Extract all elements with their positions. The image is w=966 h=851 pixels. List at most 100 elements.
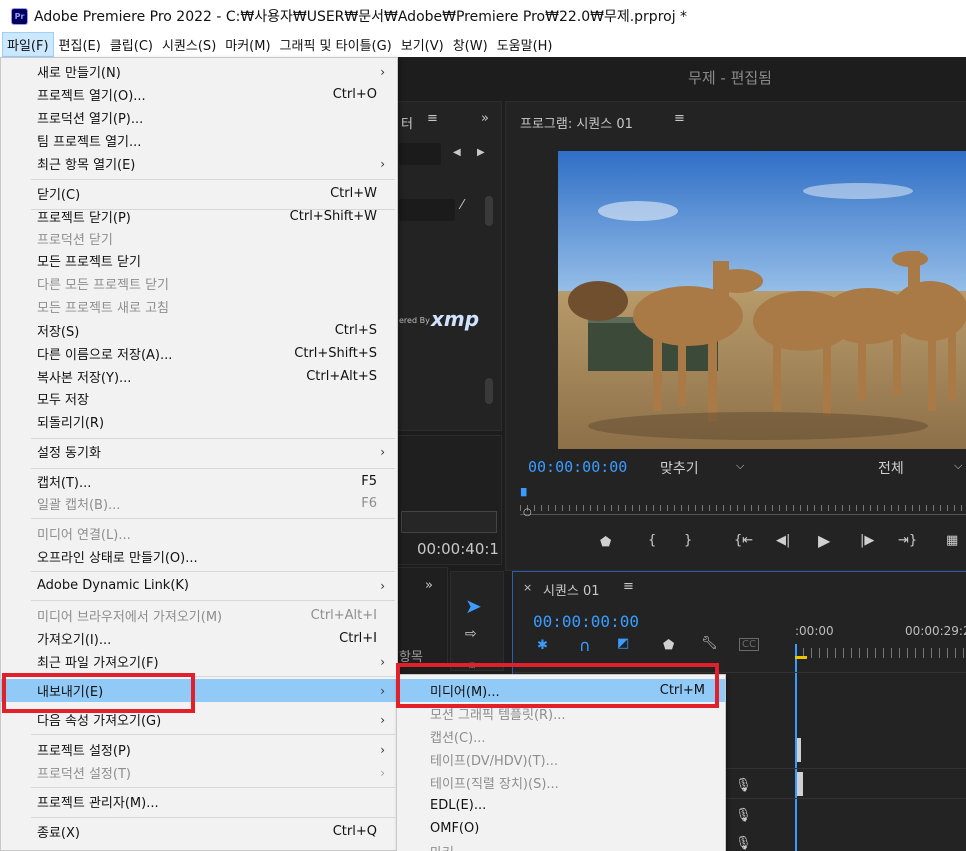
resolution-chevron-down-icon[interactable]: ⌵	[954, 459, 962, 473]
menu-item-label: Adobe Dynamic Link(K)	[37, 578, 190, 593]
menu-graphics[interactable]: 그래픽 및 타이틀(G)	[276, 33, 396, 56]
menu-item-shortcut: Ctrl+I	[339, 631, 377, 646]
file-menu-item-20: 미디어 연결(L)...	[1, 522, 397, 545]
menu-clip[interactable]: 클립(C)	[106, 33, 157, 56]
menu-item-shortcut: Ctrl+Shift+S	[294, 346, 377, 361]
file-menu-item-7[interactable]: 프로젝트 닫기(P) Ctrl+Shift+W	[1, 205, 397, 228]
file-menu-item-4[interactable]: 팀 프로젝트 열기...	[1, 129, 397, 152]
program-ruler[interactable]	[520, 495, 966, 515]
file-menu-item-13[interactable]: 다른 이름으로 저장(A)... Ctrl+Shift+S	[1, 342, 397, 365]
export-menu-item-6[interactable]: EDL(E)...	[397, 794, 725, 817]
selection-tool-icon[interactable]: ➤	[465, 594, 482, 618]
eyedropper-icon[interactable]: ⁄	[461, 198, 463, 213]
file-menu-item-14[interactable]: 복사본 저장(Y)... Ctrl+Alt+S	[1, 365, 397, 388]
linked-selection-icon[interactable]: ∩	[579, 636, 591, 655]
voiceover-mic-icon[interactable]: 🎙︎	[735, 808, 752, 823]
voiceover-mic-icon[interactable]: 🎙︎	[735, 778, 752, 793]
go-to-in-icon[interactable]: {⇤	[734, 533, 753, 548]
track-select-tool-icon[interactable]: ⇨	[465, 626, 477, 642]
timeline-menu-icon[interactable]: ≡	[623, 579, 634, 594]
scrollbar[interactable]	[485, 196, 493, 226]
mark-out-icon[interactable]: }	[684, 533, 692, 548]
file-menu-item-21[interactable]: 오프라인 상태로 만들기(O)...	[1, 545, 397, 568]
clip-thumb[interactable]	[797, 738, 801, 762]
menu-view[interactable]: 보기(V)	[397, 33, 448, 56]
program-timecode[interactable]: 00:00:00:00	[528, 458, 627, 476]
file-menu-item-24[interactable]: 가져오기(I)... Ctrl+I	[1, 627, 397, 650]
panel-overflow-icon-2[interactable]: »	[425, 578, 433, 593]
file-menu-item-9[interactable]: 모든 프로젝트 닫기	[1, 249, 397, 272]
scrollbar-2[interactable]	[485, 378, 493, 404]
scrub-bar[interactable]	[401, 511, 497, 533]
file-menu-item-25[interactable]: 최근 파일 가져오기(F) ›	[1, 650, 397, 673]
voiceover-mic-icon[interactable]: 🎙︎	[735, 836, 752, 851]
program-monitor-title[interactable]: 프로그램: 시퀀스 01	[520, 113, 633, 132]
file-menu-item-22[interactable]: Adobe Dynamic Link(K) ›	[1, 574, 397, 597]
step-back-icon[interactable]: ◀|	[776, 533, 790, 548]
menu-item-label: 미디어 연결(L)...	[37, 528, 131, 543]
file-menu-item-16[interactable]: 되돌리기(R)	[1, 410, 397, 433]
menu-file[interactable]: 파일(F)	[2, 32, 54, 57]
menu-item-label: 닫기(C)	[37, 188, 81, 203]
menu-window[interactable]: 창(W)	[449, 33, 492, 56]
menu-marker[interactable]: 마커(M)	[221, 33, 274, 56]
fit-dropdown[interactable]: 맞추기	[660, 458, 699, 478]
file-menu-item-6[interactable]: 닫기(C) Ctrl+W	[1, 182, 397, 205]
submenu-arrow-icon: ›	[380, 683, 385, 698]
close-sequence-icon[interactable]: ×	[523, 581, 532, 594]
file-menu-item-15[interactable]: 모두 저장	[1, 387, 397, 410]
menu-item-label: 오프라인 상태로 만들기(O)...	[37, 551, 198, 566]
export-menu-item-7[interactable]: OMF(O)	[397, 817, 725, 840]
program-menu-icon[interactable]: ≡	[674, 111, 685, 126]
export-menu-item-3: 캡션(C)...	[397, 725, 725, 748]
next-icon[interactable]: ▶	[477, 147, 485, 158]
file-menu-item-18[interactable]: 캡처(T)... F5	[1, 470, 397, 493]
resolution-dropdown[interactable]: 전체	[878, 458, 904, 478]
mark-in-icon[interactable]: {	[648, 533, 656, 548]
clip-thumb[interactable]	[797, 772, 803, 796]
file-menu-item-11: 모든 프로젝트 새로 고침	[1, 295, 397, 318]
panel-overflow-icon[interactable]: »	[481, 111, 489, 126]
prev-icon[interactable]: ◀	[453, 147, 461, 158]
ruler-start-label: :00:00	[795, 624, 834, 638]
menu-item-label: 마커	[430, 842, 454, 851]
file-menu-item-5[interactable]: 최근 항목 열기(E) ›	[1, 152, 397, 175]
file-menu-item-31[interactable]: 종료(X) Ctrl+Q	[1, 820, 397, 843]
menu-separator	[31, 817, 395, 818]
menu-edit[interactable]: 편집(E)	[55, 33, 105, 56]
fit-chevron-down-icon[interactable]: ⌵	[736, 459, 744, 473]
add-edit-icon[interactable]: ◩	[617, 636, 629, 651]
playhead-circle-icon[interactable]: ○	[523, 507, 532, 518]
export-frame-icon[interactable]: ▦	[946, 533, 958, 548]
timeline-title[interactable]: 시퀀스 01	[543, 580, 600, 599]
wrench-icon[interactable]: 🔧︎	[701, 636, 718, 651]
timeline-ruler[interactable]	[795, 648, 966, 658]
menu-sequence[interactable]: 시퀀스(S)	[158, 33, 220, 56]
captions-icon[interactable]: CC	[739, 638, 759, 651]
file-menu-item-1[interactable]: 새로 만들기(N) ›	[1, 60, 397, 83]
menu-item-shortcut: Ctrl+Alt+I	[310, 608, 377, 623]
go-to-out-icon[interactable]: ⇥}	[898, 533, 917, 548]
file-menu-item-30[interactable]: 프로젝트 관리자(M)...	[1, 790, 397, 813]
file-menu-item-29: 프로덕션 설정(T) ›	[1, 761, 397, 784]
file-menu-item-17[interactable]: 설정 동기화 ›	[1, 440, 397, 463]
timeline-marker-icon[interactable]: ⬟	[663, 638, 674, 653]
tools-area: » 항목	[396, 567, 448, 667]
play-icon[interactable]: ▶	[818, 531, 830, 550]
step-forward-icon[interactable]: |▶	[860, 533, 874, 548]
file-menu-item-3[interactable]: 프로덕션 열기(P)...	[1, 106, 397, 129]
file-menu-item-28[interactable]: 프로젝트 설정(P) ›	[1, 738, 397, 761]
snap-icon[interactable]: ✱	[537, 638, 548, 653]
menu-item-label: 일괄 캡처(B)...	[37, 498, 121, 513]
file-menu-item-12[interactable]: 저장(S) Ctrl+S	[1, 319, 397, 342]
file-menu-item-8: 프로덕션 닫기	[1, 227, 397, 250]
project-panel-tab[interactable]: 터	[401, 113, 413, 132]
playhead-icon[interactable]: ▘	[521, 489, 532, 505]
add-marker-icon[interactable]: ⬟	[600, 535, 611, 550]
filter-field[interactable]	[399, 199, 455, 221]
panel-menu-icon[interactable]: ≡	[427, 111, 438, 126]
search-field[interactable]	[399, 143, 441, 165]
file-menu-item-2[interactable]: 프로젝트 열기(O)... Ctrl+O	[1, 83, 397, 106]
menu-help[interactable]: 도움말(H)	[493, 33, 557, 56]
timeline-timecode[interactable]: 00:00:00:00	[533, 612, 639, 631]
